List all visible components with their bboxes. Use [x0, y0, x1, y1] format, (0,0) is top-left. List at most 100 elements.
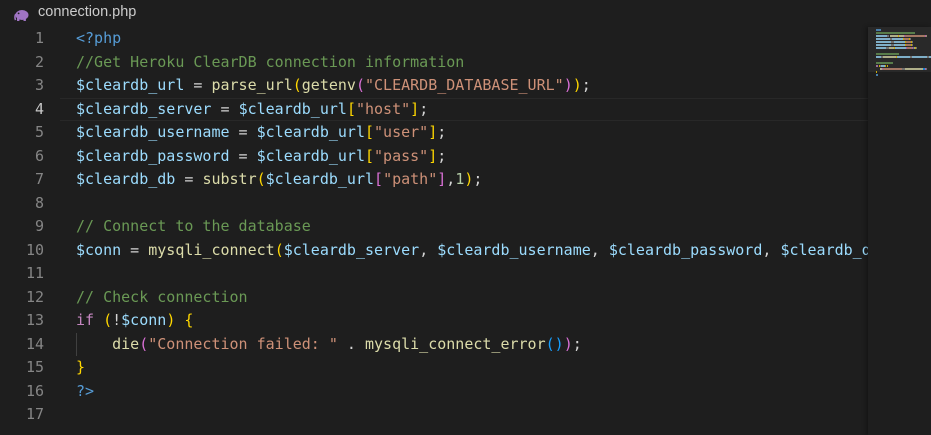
line-number: 2 — [34, 52, 44, 71]
code-line[interactable]: 16 ?> — [0, 380, 868, 404]
code-line[interactable]: 9 // Connect to the database — [0, 215, 868, 239]
token-p2: [ — [374, 170, 384, 188]
code-text: <?php — [76, 27, 121, 51]
token-str: "user" — [374, 123, 429, 141]
code-line[interactable]: 11 — [0, 262, 868, 286]
minimap-line — [876, 29, 881, 31]
token-var: $cleardb_url — [256, 123, 365, 141]
token-op: = — [229, 146, 257, 165]
token-op: ; — [419, 99, 429, 118]
code-line[interactable]: 7 $cleardb_db = substr($cleardb_url["path… — [0, 168, 868, 192]
minimap-line — [876, 71, 877, 73]
code-text: die("Connection failed: " . mysqli_conne… — [76, 333, 582, 357]
minimap-line — [915, 47, 917, 49]
minimap-line — [912, 56, 928, 58]
token-op: , — [762, 240, 781, 259]
token-var: $cleardb_username — [437, 240, 591, 259]
code-text: $cleardb_url = parse_url(getenv("CLEARDB… — [76, 74, 591, 98]
code-line[interactable]: 4 $cleardb_server = $cleardb_url["host"]; — [0, 98, 868, 122]
tab-connection-php[interactable]: connection.php — [0, 0, 180, 27]
token-p1: [ — [346, 99, 356, 118]
token-kw: if — [76, 311, 95, 329]
token-op: , — [590, 240, 609, 259]
token-op: . — [337, 334, 365, 353]
minimap-line — [876, 62, 894, 64]
token-str: "Connection failed: " — [148, 334, 338, 353]
minimap-line — [889, 35, 898, 37]
minimap-line — [876, 53, 900, 55]
code-line[interactable]: 14 die("Connection failed: " . mysqli_co… — [0, 333, 868, 357]
token-fn: getenv — [301, 76, 356, 94]
minimap-line — [894, 41, 905, 43]
minimap-line — [904, 35, 925, 37]
token-fn: substr — [202, 170, 257, 188]
token-p3: () — [545, 334, 564, 353]
token-op: , — [419, 240, 438, 259]
token-op: = — [184, 76, 212, 94]
token-num: 1 — [455, 170, 465, 188]
token-op: ; — [437, 123, 447, 141]
line-number: 16 — [25, 381, 44, 400]
token-p2: ( — [139, 334, 149, 353]
token-p1: ] — [428, 146, 438, 165]
token-op — [76, 335, 112, 353]
code-line[interactable]: 17 — [0, 403, 868, 427]
token-p1: ) — [166, 311, 176, 329]
line-number: 9 — [34, 217, 44, 235]
token-p2: ] — [437, 170, 447, 188]
token-op: = — [175, 170, 203, 188]
minimap-line — [876, 35, 887, 37]
token-var: $cleardb_url — [256, 146, 365, 165]
token-op: = — [211, 99, 239, 118]
token-tag: <?php — [76, 29, 122, 47]
code-line[interactable]: 6 $cleardb_password = $cleardb_url["pass"… — [0, 145, 868, 169]
code-line[interactable]: 5 $cleardb_username = $cleardb_url["user"… — [0, 121, 868, 145]
minimap-line — [925, 68, 927, 70]
token-op: , — [446, 170, 456, 188]
token-str: "pass" — [374, 146, 429, 165]
token-p1: ( — [292, 76, 302, 94]
code-line[interactable]: 2 //Get Heroku ClearDB connection informa… — [0, 51, 868, 75]
token-var: $conn — [121, 311, 167, 329]
code-line[interactable]: 8 — [0, 192, 868, 216]
token-var: $cleardb_server — [283, 240, 420, 259]
token-p1: ) — [572, 76, 582, 94]
token-var: $cleardb_url — [265, 170, 375, 188]
token-op: ; — [473, 170, 483, 188]
token-str: "path" — [383, 170, 438, 188]
line-number: 3 — [34, 76, 44, 94]
token-op — [94, 311, 103, 329]
code-text: $cleardb_username = $cleardb_url["user"]… — [76, 121, 446, 145]
line-number: 4 — [34, 99, 44, 118]
code-line[interactable]: 15} — [0, 356, 868, 380]
code-line[interactable]: 10 $conn = mysqli_connect($cleardb_server… — [0, 239, 868, 263]
token-fn: parse_url — [211, 76, 293, 94]
token-com: //Get Heroku ClearDB connection informat… — [76, 52, 465, 71]
code-line[interactable]: 3 $cleardb_url = parse_url(getenv("CLEARD… — [0, 74, 868, 98]
line-number: 17 — [25, 405, 44, 423]
token-p2: ) — [563, 76, 573, 94]
token-p1: [ — [365, 146, 375, 165]
code-line[interactable]: 12 // Check connection — [0, 286, 868, 310]
code-line[interactable]: 13 if (!$conn) { — [0, 309, 868, 333]
line-number: 10 — [25, 240, 44, 259]
token-p1: ] — [428, 123, 438, 141]
token-op: ; — [437, 146, 447, 165]
code-text: //Get Heroku ClearDB connection informat… — [76, 51, 464, 75]
code-editor[interactable]: 1 <?php 2 //Get Heroku ClearDB connection i… — [0, 27, 868, 435]
line-number: 6 — [34, 146, 44, 165]
minimap-line — [883, 56, 896, 58]
token-var: $cleardb_password — [76, 146, 230, 165]
token-var: $cleardb_server — [76, 99, 212, 118]
code-line[interactable]: 1 <?php — [0, 27, 868, 51]
token-str: "CLEARDB_DATABASE_URL" — [365, 76, 564, 94]
token-op: ; — [581, 76, 591, 94]
minimap[interactable] — [868, 27, 931, 435]
code-text: $conn = mysqli_connect($cleardb_server, … — [76, 239, 868, 263]
tab-bar: connection.php — [0, 0, 931, 27]
code-text: // Connect to the database — [76, 215, 311, 239]
token-var: $cleardb_username — [76, 123, 230, 141]
line-number: 13 — [25, 311, 44, 329]
line-number: 14 — [25, 334, 44, 353]
minimap-line — [876, 65, 878, 67]
